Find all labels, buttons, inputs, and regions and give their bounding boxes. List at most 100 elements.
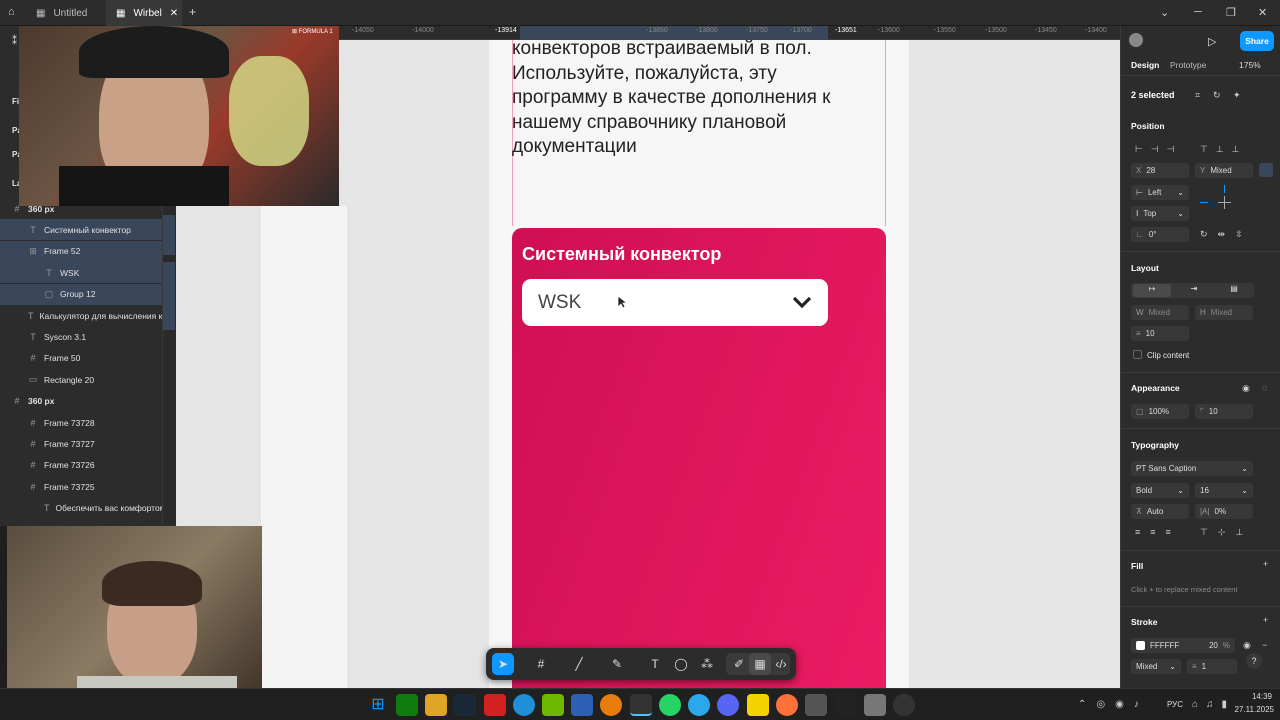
layout-grid-icon[interactable]: ▤ [1215, 284, 1253, 293]
network-volume-icons[interactable]: ⌂♫▮ [1192, 699, 1235, 710]
tab-design[interactable]: Design [1131, 60, 1159, 70]
tray-icons[interactable]: ⌃◎◉♪ [1078, 699, 1149, 710]
steam-icon[interactable] [454, 694, 476, 716]
tab-prototype[interactable]: Prototype [1170, 60, 1206, 70]
stroke-position-select[interactable]: Mixed ⌄ [1131, 659, 1181, 674]
constraints-widget[interactable] [1200, 185, 1250, 221]
layer-row[interactable]: ▢ Group 12 [0, 283, 162, 305]
layer-row[interactable]: T WSK [0, 262, 162, 284]
layout-horizontal-icon[interactable]: ↦ [1133, 284, 1171, 297]
add-fill-icon[interactable]: + [1263, 559, 1268, 569]
card-title[interactable]: Системный конвектор [522, 244, 721, 265]
layer-row[interactable]: T Syscon 3.1 [0, 326, 162, 347]
window-close-button[interactable]: ✕ [1258, 6, 1267, 19]
language-indicator[interactable]: РУС [1167, 700, 1183, 709]
figma-menu-icon[interactable]: ⁑ [12, 36, 17, 47]
corner-radius-field[interactable]: ⌜ 10 [1195, 404, 1253, 419]
close-icon[interactable]: ✕ [170, 8, 178, 19]
constraints-toggle[interactable] [1259, 163, 1273, 177]
model-dropdown[interactable]: WSK [522, 279, 828, 326]
component-icon[interactable]: ⌗ [1195, 90, 1200, 101]
app-icon[interactable] [835, 694, 857, 716]
reset-icon[interactable]: ↻ [1213, 90, 1221, 101]
opacity-field[interactable]: ▢ 100% [1131, 404, 1189, 419]
layer-row[interactable]: ▭ Rectangle 20 [0, 369, 162, 390]
b-app-icon[interactable] [484, 694, 506, 716]
line-tool-icon[interactable]: ╱ [568, 653, 590, 675]
comment-tool-icon[interactable]: ◯ [670, 653, 692, 675]
discord-icon[interactable] [717, 694, 739, 716]
help-icon[interactable]: ? [1246, 653, 1262, 669]
app-icon[interactable] [571, 694, 593, 716]
eye-icon[interactable]: ◉ [1243, 640, 1251, 651]
stroke-weight-field[interactable]: ≡ 1 [1187, 659, 1237, 674]
horizontal-constraint-select[interactable]: ⊢ Left ⌄ [1131, 185, 1189, 200]
drop-icon[interactable]: ◌ [1262, 383, 1267, 393]
layer-row[interactable]: # Frame 73728 [0, 412, 162, 433]
align-vertical-icons[interactable]: ⊤⊥⊥ [1200, 144, 1248, 155]
layer-row[interactable]: ⊞ Frame 52 [0, 240, 162, 262]
frame-tool-icon[interactable]: # [530, 653, 552, 675]
minimize-button[interactable]: ─ [1194, 6, 1202, 18]
add-stroke-icon[interactable]: + [1263, 615, 1268, 625]
clock-date[interactable]: 27.11.2025 [1230, 705, 1274, 714]
layer-row[interactable]: # Frame 73727 [0, 433, 162, 454]
layout-vertical-icon[interactable]: ⇥ [1175, 284, 1213, 293]
letter-spacing-field[interactable]: |A| 0% [1195, 504, 1253, 519]
firefox-icon[interactable] [776, 694, 798, 716]
new-tab-button[interactable]: + [189, 5, 196, 19]
font-family-select[interactable]: PT Sans Caption ⌄ [1131, 461, 1253, 476]
pen-tool-icon[interactable]: ✎ [606, 653, 628, 675]
sticky-notes-icon[interactable] [747, 694, 769, 716]
whatsapp-icon[interactable] [659, 694, 681, 716]
system-convector-card[interactable]: Системный конвектор WSK [512, 228, 886, 688]
app-icon[interactable] [805, 694, 827, 716]
home-icon[interactable]: ⌂ [8, 6, 15, 18]
maximize-button[interactable]: ❐ [1226, 6, 1236, 19]
clip-content-checkbox[interactable] [1133, 350, 1142, 359]
vertical-constraint-select[interactable]: Ⅰ Top ⌄ [1131, 206, 1189, 221]
dev-mode-icon[interactable]: ‹/› [770, 653, 792, 675]
design-mode-icon[interactable]: ▦ [749, 653, 771, 675]
blender-icon[interactable] [600, 694, 622, 716]
text-align-icons[interactable]: ≡≡≡ [1135, 527, 1181, 537]
layer-row[interactable]: T Системный конвектор [0, 219, 162, 241]
artboard-360px[interactable]: конвекторов встраиваемый в пол. Использу… [489, 26, 909, 688]
layer-row[interactable]: #360 px [0, 391, 162, 412]
layer-row[interactable]: # Frame 50 [0, 348, 162, 369]
draw-mode-icon[interactable]: ✐ [728, 653, 750, 675]
nvidia-icon[interactable] [542, 694, 564, 716]
text-tool-icon[interactable]: T [644, 653, 666, 675]
settings-icon[interactable] [864, 694, 886, 716]
figma-icon[interactable] [630, 694, 652, 716]
rotation-field[interactable]: ∟ 0° [1131, 227, 1189, 242]
height-field[interactable]: H Mixed [1195, 305, 1253, 320]
vertical-align-icons[interactable]: ⊤⊹⊥ [1200, 527, 1253, 538]
gap-field[interactable]: ≡ 10 [1131, 326, 1189, 341]
obs-icon[interactable] [893, 694, 915, 716]
eye-icon[interactable]: ◉ [1242, 383, 1250, 394]
description-paragraph[interactable]: конвекторов встраиваемый в пол. Использу… [512, 37, 892, 160]
explorer-icon[interactable] [425, 694, 447, 716]
xbox-icon[interactable] [396, 694, 418, 716]
x-field[interactable]: X 28 [1131, 163, 1189, 178]
align-horizontal-icons[interactable]: ⊢⊣⊣ [1135, 144, 1183, 155]
stroke-color-field[interactable]: FFFFFF 20% [1131, 638, 1235, 653]
line-height-field[interactable]: ⊼ Auto [1131, 504, 1189, 519]
layer-row[interactable]: T Обеспечить вас комфортом [0, 498, 162, 519]
layer-row[interactable]: # Frame 73725 [0, 476, 162, 497]
layout-mode-toggle[interactable]: ↦ ⇥ ▤ [1131, 283, 1254, 298]
telegram-icon[interactable] [688, 694, 710, 716]
rotate-flip-icons[interactable]: ↻⇹⇳ [1200, 229, 1253, 240]
avatar[interactable] [1129, 33, 1143, 47]
components-tool-icon[interactable]: ⁂ [696, 653, 718, 675]
zoom-level[interactable]: 175% [1239, 60, 1261, 70]
chevron-down-icon[interactable]: ⌄ [1160, 6, 1169, 19]
width-field[interactable]: W Mixed [1131, 305, 1189, 320]
move-tool-icon[interactable]: ➤ [492, 653, 514, 675]
font-weight-select[interactable]: Bold ⌄ [1131, 483, 1189, 498]
start-icon[interactable]: ⊞ [367, 694, 389, 716]
tab-untitled[interactable]: ▦ Untitled [26, 0, 106, 26]
share-button[interactable]: Share [1240, 31, 1274, 51]
layer-row[interactable]: T Калькулятор для вычисления ко [0, 305, 162, 326]
